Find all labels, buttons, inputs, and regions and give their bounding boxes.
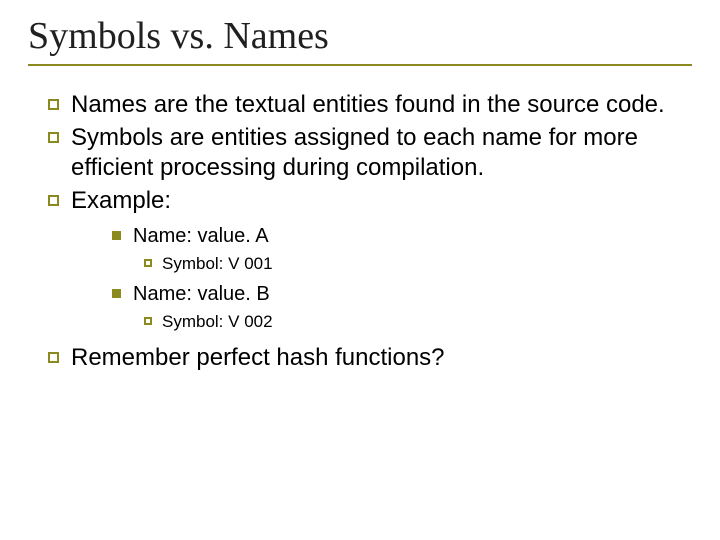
square-outline-icon [144, 317, 152, 325]
bullet-item: Symbols are entities assigned to each na… [48, 123, 692, 184]
bullet-item: Symbol: V 002 [144, 311, 692, 333]
bullet-item: Name: value. B [112, 281, 692, 307]
bullet-text: Example: [71, 186, 171, 217]
bullet-text: Symbol: V 001 [162, 253, 273, 275]
square-outline-icon [48, 132, 59, 143]
bullet-item: Remember perfect hash functions? [48, 343, 692, 374]
bullet-text: Symbols are entities assigned to each na… [71, 123, 692, 184]
slide: Symbols vs. Names Names are the textual … [0, 0, 720, 374]
square-outline-icon [48, 195, 59, 206]
bullet-text: Remember perfect hash functions? [71, 343, 445, 374]
bullet-text: Names are the textual entities found in … [71, 90, 665, 121]
bullet-list-level3: Symbol: V 002 [144, 311, 692, 333]
square-outline-icon [144, 259, 152, 267]
bullet-item: Symbol: V 001 [144, 253, 692, 275]
square-outline-icon [48, 99, 59, 110]
slide-title: Symbols vs. Names [28, 14, 692, 66]
bullet-list-level2: Name: value. A Symbol: V 001 Name: value… [112, 223, 692, 333]
bullet-item: Names are the textual entities found in … [48, 90, 692, 121]
square-solid-icon [112, 289, 121, 298]
bullet-text: Name: value. B [133, 281, 270, 307]
bullet-list-level1: Names are the textual entities found in … [48, 90, 692, 374]
bullet-list-level3: Symbol: V 001 [144, 253, 692, 275]
square-solid-icon [112, 231, 121, 240]
bullet-text: Symbol: V 002 [162, 311, 273, 333]
bullet-item: Example: [48, 186, 692, 217]
bullet-text: Name: value. A [133, 223, 269, 249]
bullet-item: Name: value. A [112, 223, 692, 249]
square-outline-icon [48, 352, 59, 363]
